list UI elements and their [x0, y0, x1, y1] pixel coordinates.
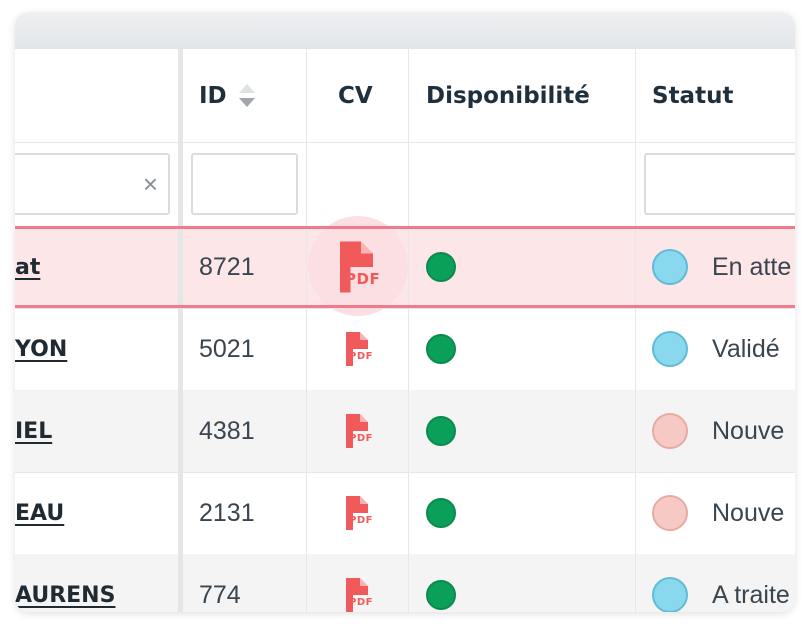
candidate-name-link[interactable]: at: [15, 255, 40, 280]
id-cell: 774: [199, 554, 241, 612]
column-header-availability: Disponibilité: [426, 49, 590, 142]
cv-cell: PDF: [308, 554, 408, 612]
name-filter-input[interactable]: ×: [15, 153, 170, 215]
table-row[interactable]: at 8721 PDF En atte: [15, 216, 795, 316]
candidate-name-link[interactable]: IEL: [15, 419, 52, 444]
table-toolbar: [15, 12, 795, 49]
status-label: Validé: [712, 334, 780, 363]
column-header-availability-label: Disponibilité: [426, 82, 590, 109]
available-status-dot: [426, 498, 456, 528]
column-divider: [306, 49, 307, 612]
availability-cell: [426, 554, 456, 612]
id-filter-input[interactable]: [191, 153, 298, 215]
pdf-icon-label: PDF: [349, 515, 373, 526]
status-label: Nouve: [712, 498, 785, 527]
sort-icon[interactable]: [238, 81, 255, 111]
available-status-dot: [426, 580, 456, 610]
pdf-icon-label: PDF: [349, 351, 373, 362]
table-header: ID CV Disponibilité Statut: [15, 49, 795, 143]
status-label: En atte: [712, 252, 792, 281]
status-dot: [652, 495, 688, 531]
available-status-dot: [426, 252, 456, 282]
id-cell: 8721: [199, 226, 255, 308]
status-filter-input[interactable]: [644, 153, 795, 215]
available-status-dot: [426, 416, 456, 446]
availability-cell: [426, 308, 456, 390]
column-divider: [635, 49, 636, 612]
pdf-icon-label: PDF: [349, 597, 373, 608]
id-cell: 5021: [199, 308, 255, 390]
pdf-icon[interactable]: PDF: [340, 413, 376, 449]
cv-cell: PDF: [308, 472, 408, 554]
availability-cell: [426, 390, 456, 472]
table-row[interactable]: IEL 4381 PDF Nouve: [15, 390, 795, 473]
candidate-id: 4381: [199, 416, 255, 445]
name-cell: YON: [15, 308, 67, 390]
status-cell: Nouve: [652, 472, 784, 554]
frozen-column-divider: [178, 49, 183, 612]
name-cell: AURENS: [15, 554, 115, 612]
availability-cell: [426, 472, 456, 554]
candidate-id: 5021: [199, 334, 255, 363]
column-header-cv-label: CV: [338, 82, 373, 109]
status-cell: Nouve: [652, 390, 784, 472]
filter-row: ×: [15, 143, 795, 228]
candidate-name-link[interactable]: AURENS: [15, 583, 115, 608]
candidate-id: 8721: [199, 252, 255, 281]
column-header-cv: CV: [338, 49, 373, 142]
pdf-icon[interactable]: PDF: [340, 331, 376, 367]
pdf-icon[interactable]: PDF: [340, 577, 376, 612]
pdf-icon-label: PDF: [345, 270, 381, 288]
status-dot: [652, 413, 688, 449]
cv-cell: PDF: [308, 216, 408, 316]
candidate-name-link[interactable]: YON: [15, 337, 67, 362]
name-cell: EAU: [15, 472, 64, 554]
candidate-id: 2131: [199, 498, 255, 527]
status-cell: Validé: [652, 308, 780, 390]
status-dot: [652, 249, 688, 285]
id-cell: 4381: [199, 390, 255, 472]
name-cell: at: [15, 226, 40, 308]
available-status-dot: [426, 334, 456, 364]
name-cell: IEL: [15, 390, 52, 472]
status-label: A traite: [712, 580, 790, 609]
pdf-icon[interactable]: PDF: [340, 495, 376, 531]
candidate-id: 774: [199, 580, 241, 609]
cv-cell: PDF: [308, 390, 408, 472]
status-label: Nouve: [712, 416, 785, 445]
table-row[interactable]: YON 5021 PDF Validé: [15, 308, 795, 391]
candidates-table: ID CV Disponibilité Statut × at 8721 PDF En…: [15, 12, 795, 612]
column-header-status: Statut: [652, 49, 733, 142]
status-cell: En atte: [652, 226, 791, 308]
column-header-status-label: Statut: [652, 82, 734, 109]
cv-cell: PDF: [308, 308, 408, 390]
availability-cell: [426, 226, 456, 308]
pdf-icon-label: PDF: [349, 433, 373, 444]
column-header-id-label: ID: [199, 82, 227, 109]
id-cell: 2131: [199, 472, 255, 554]
candidate-name-link[interactable]: EAU: [15, 501, 64, 526]
status-cell: A traite: [652, 554, 790, 612]
table-row[interactable]: EAU 2131 PDF Nouve: [15, 472, 795, 555]
column-header-id[interactable]: ID: [199, 49, 255, 142]
status-dot: [652, 331, 688, 367]
column-divider: [408, 49, 409, 612]
pdf-icon[interactable]: PDF: [331, 240, 385, 294]
close-icon[interactable]: ×: [143, 167, 158, 201]
table-row[interactable]: AURENS 774 PDF A traite: [15, 554, 795, 612]
status-dot: [652, 577, 688, 612]
